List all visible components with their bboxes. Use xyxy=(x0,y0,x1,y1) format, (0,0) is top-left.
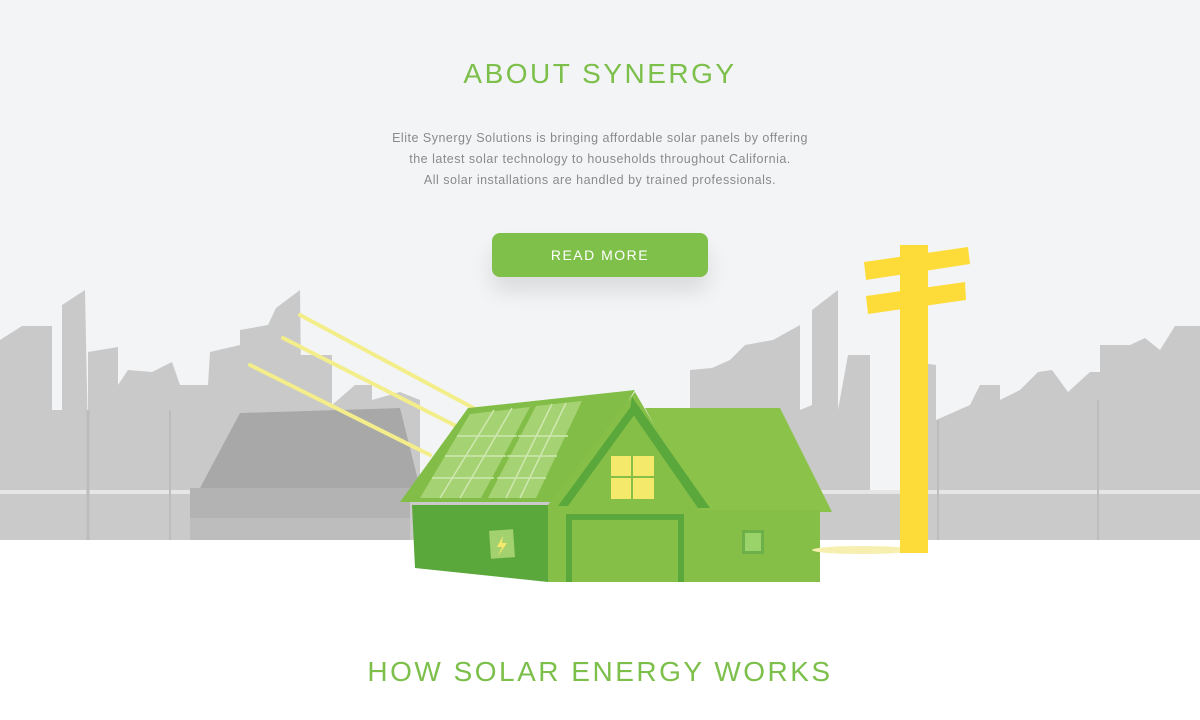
how-solar-works-title: HOW SOLAR ENERGY WORKS xyxy=(367,656,833,687)
about-line-2: the latest solar technology to household… xyxy=(409,152,791,166)
solar-house-icon xyxy=(400,390,832,582)
about-title: ABOUT SYNERGY xyxy=(463,58,737,89)
about-description: Elite Synergy Solutions is bringing affo… xyxy=(300,128,900,191)
read-more-button[interactable]: READ MORE xyxy=(492,233,708,277)
about-line-3: All solar installations are handled by t… xyxy=(423,173,777,187)
about-line-1: Elite Synergy Solutions is bringing affo… xyxy=(392,131,808,145)
solar-illustration xyxy=(0,245,1200,582)
